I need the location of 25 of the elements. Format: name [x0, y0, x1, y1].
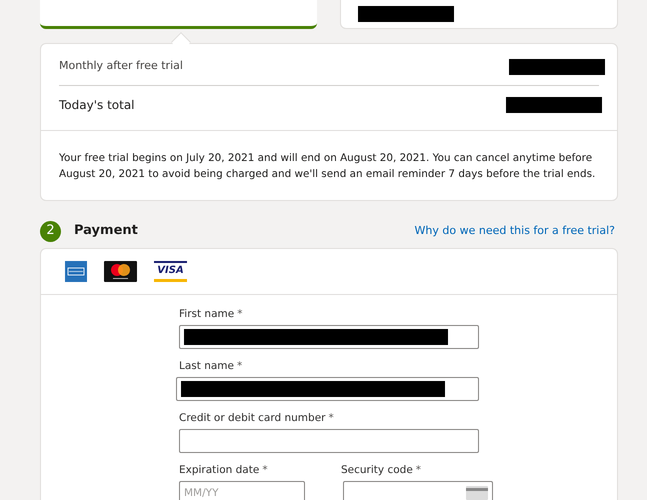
input-field[interactable]: MM/YY: [179, 481, 305, 500]
input-field[interactable]: [179, 325, 479, 349]
amex-card-icon: [65, 261, 87, 282]
field-label: Last name: [179, 359, 234, 373]
summary-label: Today's total: [59, 97, 135, 114]
required-mark: *: [416, 463, 422, 477]
field-label: First name: [179, 307, 234, 321]
required-mark: *: [328, 411, 334, 425]
required-mark: *: [237, 307, 242, 321]
section-title: Payment: [74, 222, 138, 240]
help-link[interactable]: Why do we need this for a free trial?: [414, 222, 615, 240]
trial-note: Your free trial begins on July 20, 2021 and will end on August 20, 2021. You can cancel anytime before August 20, 2021 to avoid being charged and we'll send an email reminder 7 days before the trial ends.: [41, 130, 617, 200]
input-field[interactable]: [176, 377, 479, 401]
card-icon: [466, 486, 488, 500]
input-field[interactable]: [343, 481, 493, 500]
field-label: Expiration date: [179, 463, 260, 477]
input-field[interactable]: [179, 429, 479, 453]
visa-card-logo: VISA: [154, 261, 187, 282]
field-label: Security code: [341, 463, 413, 477]
field-label: Credit or debit card number: [179, 411, 326, 425]
mastercard-icon: [104, 261, 137, 282]
summary-label: Monthly after free trial: [59, 58, 183, 74]
step-number: 2: [40, 220, 61, 242]
required-mark: *: [237, 359, 242, 373]
required-mark: *: [262, 463, 268, 477]
